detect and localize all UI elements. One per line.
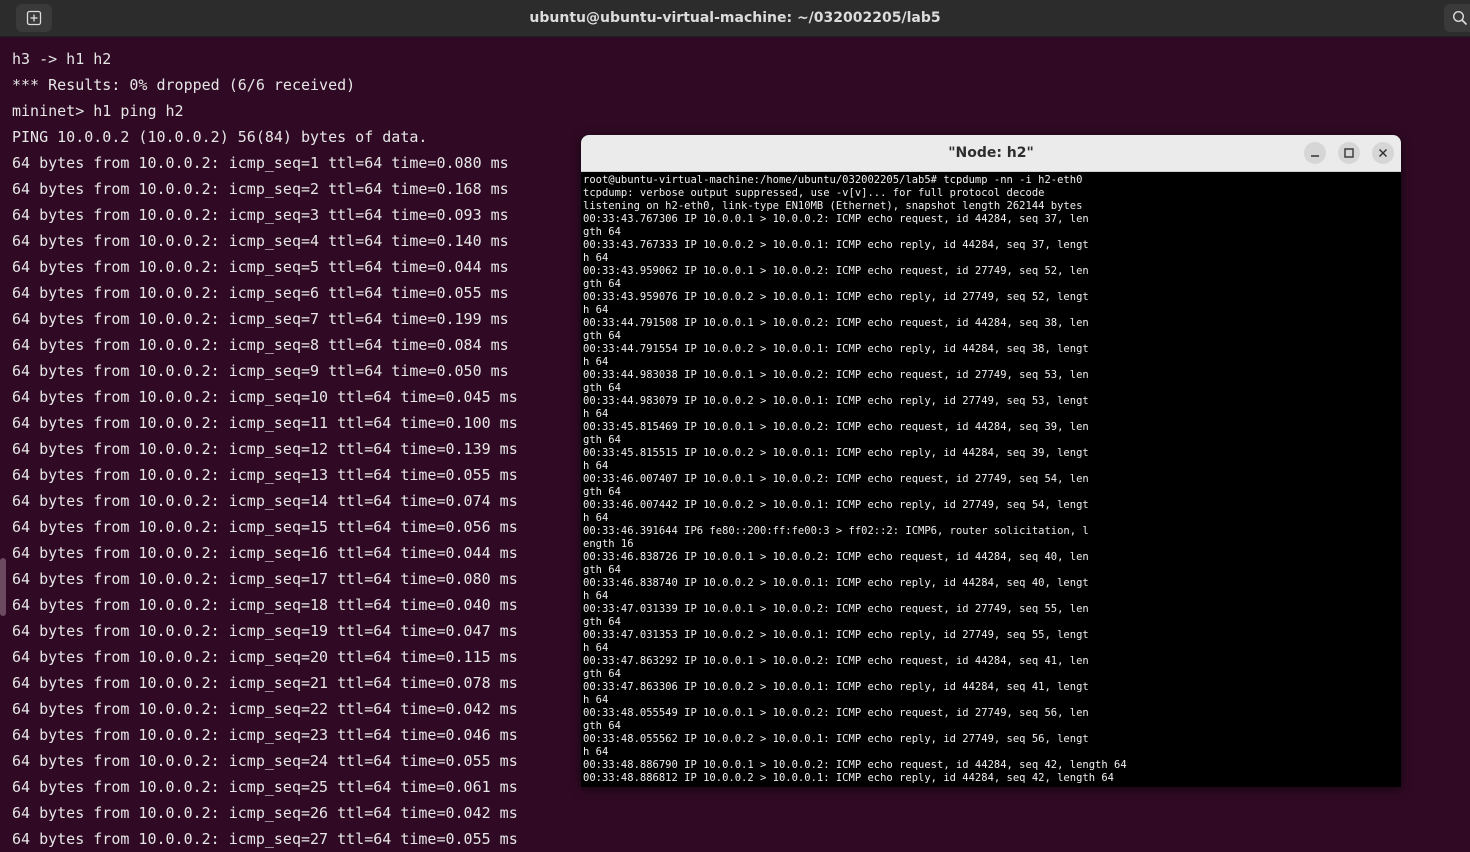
terminal-titlebar: ubuntu@ubuntu-virtual-machine: ~/0320022… [0, 0, 1470, 37]
tcpdump-line: h 64 [583, 252, 609, 264]
tcpdump-line: 00:33:45.815515 IP 10.0.0.2 > 10.0.0.1: … [583, 447, 1089, 459]
scrollbar-handle[interactable] [0, 558, 6, 616]
tcpdump-line: 00:33:46.007407 IP 10.0.0.1 > 10.0.0.2: … [583, 473, 1089, 485]
tcpdump-line: 00:33:44.983038 IP 10.0.0.1 > 10.0.0.2: … [583, 369, 1089, 381]
node-window-title: "Node: h2" [948, 145, 1034, 161]
terminal-line: *** Results: 0% dropped (6/6 received) [12, 76, 356, 94]
tcpdump-line: 00:33:43.959076 IP 10.0.0.2 > 10.0.0.1: … [583, 291, 1089, 303]
tcpdump-line: 00:33:47.863292 IP 10.0.0.1 > 10.0.0.2: … [583, 655, 1089, 667]
tcpdump-line: 00:33:48.886812 IP 10.0.0.2 > 10.0.0.1: … [583, 772, 1115, 784]
tcpdump-line: gth 64 [583, 330, 621, 342]
tcpdump-line: h 64 [583, 512, 609, 524]
tcpdump-line: 00:33:48.055562 IP 10.0.0.2 > 10.0.0.1: … [583, 733, 1089, 745]
tcpdump-line: gth 64 [583, 668, 621, 680]
tcpdump-line: root@ubuntu-virtual-machine:/home/ubuntu… [583, 174, 1083, 186]
tcpdump-line: gth 64 [583, 226, 621, 238]
tcpdump-line: h 64 [583, 590, 609, 602]
terminal-line: h3 -> h1 h2 [12, 50, 112, 68]
tcpdump-line: 00:33:43.959062 IP 10.0.0.1 > 10.0.0.2: … [583, 265, 1089, 277]
tcpdump-line: 00:33:46.007442 IP 10.0.0.2 > 10.0.0.1: … [583, 499, 1089, 511]
window-title: ubuntu@ubuntu-virtual-machine: ~/0320022… [529, 10, 941, 26]
tcpdump-line: 00:33:43.767306 IP 10.0.0.1 > 10.0.0.2: … [583, 213, 1089, 225]
maximize-button[interactable] [1338, 142, 1360, 164]
tcpdump-line: 00:33:44.983079 IP 10.0.0.2 > 10.0.0.1: … [583, 395, 1089, 407]
tcpdump-line: 00:33:48.055549 IP 10.0.0.1 > 10.0.0.2: … [583, 707, 1089, 719]
minimize-button[interactable] [1304, 142, 1326, 164]
terminal-line: 64 bytes from 10.0.0.2: icmp_seq=26 ttl=… [12, 804, 518, 822]
tcpdump-line: h 64 [583, 356, 609, 368]
tcpdump-line: 00:33:44.791554 IP 10.0.0.2 > 10.0.0.1: … [583, 343, 1089, 355]
tcpdump-line: h 64 [583, 746, 609, 758]
tcpdump-line: gth 64 [583, 382, 621, 394]
tcpdump-line: 00:33:48.886790 IP 10.0.0.1 > 10.0.0.2: … [583, 759, 1127, 771]
tcpdump-line: h 64 [583, 304, 609, 316]
tcpdump-line: 00:33:47.031339 IP 10.0.0.1 > 10.0.0.2: … [583, 603, 1089, 615]
tcpdump-line: h 64 [583, 408, 609, 420]
tcpdump-line: gth 64 [583, 434, 621, 446]
tcpdump-line: gth 64 [583, 278, 621, 290]
tcpdump-line: 00:33:47.031353 IP 10.0.0.2 > 10.0.0.1: … [583, 629, 1089, 641]
tcpdump-line: gth 64 [583, 564, 621, 576]
tcpdump-line: h 64 [583, 642, 609, 654]
tcpdump-line: 00:33:44.791508 IP 10.0.0.1 > 10.0.0.2: … [583, 317, 1089, 329]
tcpdump-line: ength 16 [583, 538, 634, 550]
search-icon [1452, 10, 1468, 26]
tcpdump-line: gth 64 [583, 720, 621, 732]
tcpdump-line: 00:33:43.767333 IP 10.0.0.2 > 10.0.0.1: … [583, 239, 1089, 251]
terminal-line: mininet> h1 ping h2 [12, 102, 184, 120]
tcpdump-line: 00:33:46.391644 IP6 fe80::200:ff:fe00:3 … [583, 525, 1089, 537]
terminal-line: 64 bytes from 10.0.0.2: icmp_seq=27 ttl=… [12, 830, 518, 848]
tcpdump-line: gth 64 [583, 616, 621, 628]
close-icon [1378, 148, 1388, 158]
search-button[interactable] [1444, 4, 1470, 32]
close-button[interactable] [1372, 142, 1394, 164]
tcpdump-line: tcpdump: verbose output suppressed, use … [583, 187, 1045, 199]
tcpdump-line: h 64 [583, 460, 609, 472]
tcpdump-line: 00:33:47.863306 IP 10.0.0.2 > 10.0.0.1: … [583, 681, 1089, 693]
tcpdump-line: 00:33:46.838740 IP 10.0.0.2 > 10.0.0.1: … [583, 577, 1089, 589]
tcpdump-line: 00:33:45.815469 IP 10.0.0.1 > 10.0.0.2: … [583, 421, 1089, 433]
tcpdump-line: 00:33:46.838726 IP 10.0.0.1 > 10.0.0.2: … [583, 551, 1089, 563]
tcpdump-output[interactable]: root@ubuntu-virtual-machine:/home/ubuntu… [583, 174, 1399, 785]
tcpdump-line: gth 64 [583, 486, 621, 498]
node-h2-window[interactable]: "Node: h2" root@ubuntu-virtual-machine:/… [581, 135, 1401, 787]
tcpdump-line: h 64 [583, 694, 609, 706]
tcpdump-line: listening on h2-eth0, link-type EN10MB (… [583, 200, 1083, 212]
maximize-icon [1344, 148, 1354, 158]
minimize-icon [1311, 155, 1319, 157]
node-h2-titlebar[interactable]: "Node: h2" [581, 135, 1401, 172]
